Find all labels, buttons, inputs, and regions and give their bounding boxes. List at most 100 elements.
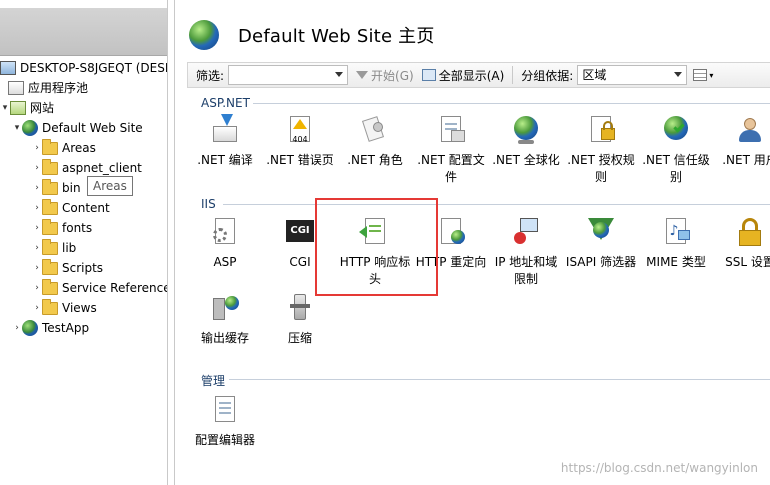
feature-asp[interactable]: ASP [185, 216, 265, 271]
tree-node-app-pools[interactable]: 应用程序池 [8, 78, 88, 98]
folder-icon [42, 279, 58, 295]
feature-net-config-files[interactable]: .NET 配置文 件 [411, 114, 491, 186]
globe-icon [510, 114, 542, 146]
feature-net-error-pages[interactable]: 404 .NET 错误页 [260, 114, 340, 169]
compilation-icon [209, 114, 241, 146]
folder-icon [42, 139, 58, 155]
folder-icon [42, 259, 58, 275]
ip-restriction-icon [510, 216, 542, 248]
folder-icon [42, 299, 58, 315]
tree-node-test-app[interactable]: › TestApp [12, 318, 89, 338]
funnel-icon [356, 71, 369, 79]
tree-node-folder[interactable]: › Areas [32, 138, 96, 158]
feature-ssl-settings[interactable]: SSL 设置 [710, 216, 770, 271]
feature-net-authorization-rules[interactable]: .NET 授权规 则 [561, 114, 641, 186]
start-filter-button[interactable]: 开始(G) [356, 67, 414, 84]
feature-output-caching[interactable]: 输出缓存 [185, 292, 265, 347]
filter-input[interactable] [228, 65, 349, 85]
lock-icon [734, 216, 766, 248]
group-by-select[interactable]: 区域 [577, 65, 688, 85]
tree-node-folder[interactable]: › aspnet_client [32, 158, 142, 178]
expand-arrow-icon[interactable]: › [32, 258, 42, 278]
website-globe-icon [22, 320, 38, 336]
tree-node-sites[interactable]: ▾ 网站 [0, 98, 54, 118]
folder-icon [42, 179, 58, 195]
show-all-button[interactable]: 全部显示(A) [421, 67, 504, 84]
section-divider [253, 103, 770, 104]
section-divider [229, 379, 770, 380]
output-cache-icon [209, 292, 241, 324]
expand-arrow-icon[interactable]: › [32, 278, 42, 298]
server-icon [0, 61, 16, 75]
chevron-down-icon [335, 72, 344, 77]
features-view-pane: Default Web Site 主页 筛选: 开始(G) 全部显示(A) 分组… [174, 0, 770, 485]
error-page-icon: 404 [284, 114, 316, 146]
tree-node-server[interactable]: DESKTOP-S8JGEQT (DESKT [0, 58, 167, 78]
tree-node-folder[interactable]: › Scripts [32, 258, 103, 278]
folder-icon [42, 239, 58, 255]
feature-net-globalization[interactable]: .NET 全球化 [486, 114, 566, 169]
expand-arrow-icon[interactable]: › [32, 298, 42, 318]
isapi-filter-icon [585, 216, 617, 248]
feature-ip-domain-restrictions[interactable]: IP 地址和域 限制 [486, 216, 566, 288]
group-by-label: 分组依据: [521, 68, 574, 83]
feature-mime-types[interactable]: ♪ MIME 类型 [636, 216, 716, 271]
section-divider [223, 204, 770, 205]
cgi-icon: CGI [284, 216, 316, 248]
section-title-management: 管理 [201, 374, 226, 388]
tree-node-folder[interactable]: › bin [32, 178, 81, 198]
app-pool-icon [8, 81, 24, 95]
feature-net-roles[interactable]: .NET 角色 [335, 114, 415, 169]
view-grid-icon [693, 69, 708, 81]
folder-icon [42, 199, 58, 215]
toolbar-separator [512, 66, 514, 84]
mime-types-icon: ♪ [660, 216, 692, 248]
tooltip: Areas [87, 176, 133, 196]
collapse-arrow-icon[interactable]: ▾ [12, 118, 22, 138]
section-title-aspnet: ASP.NET [201, 96, 250, 110]
folder-icon [42, 219, 58, 235]
collapse-arrow-icon[interactable]: ▾ [0, 98, 10, 118]
configuration-editor-icon [209, 394, 241, 426]
tree-node-default-web-site[interactable]: ▾ Default Web Site [12, 118, 167, 138]
folder-icon [42, 159, 58, 175]
tree-node-folder[interactable]: › fonts [32, 218, 92, 238]
feature-net-users[interactable]: .NET 用户 [710, 114, 770, 169]
page-header: Default Web Site 主页 [175, 14, 770, 54]
website-globe-icon [22, 120, 38, 136]
asp-icon [209, 216, 241, 248]
view-mode-button[interactable]: ▾ [693, 69, 713, 81]
expand-arrow-icon[interactable]: › [32, 158, 42, 178]
expand-arrow-icon[interactable]: › [32, 238, 42, 258]
watermark-text: https://blog.csdn.net/wangyinlon [560, 461, 758, 475]
sites-icon [10, 101, 26, 115]
feature-net-trust-levels[interactable]: .NET 信任级 别 [636, 114, 716, 186]
expand-arrow-icon[interactable]: › [32, 138, 42, 158]
feature-net-compilation[interactable]: .NET 编译 [185, 114, 265, 169]
tree-node-folder[interactable]: › Views [32, 298, 97, 318]
expand-arrow-icon[interactable]: › [32, 198, 42, 218]
expand-arrow-icon[interactable]: › [32, 218, 42, 238]
expand-arrow-icon[interactable]: › [12, 318, 22, 338]
http-redirect-icon [435, 216, 467, 248]
authorization-lock-icon [585, 114, 617, 146]
connections-tree-pane: DESKTOP-S8JGEQT (DESKT 应用程序池 ▾ 网站 ▾ Defa… [0, 0, 168, 485]
users-icon [734, 114, 766, 146]
show-all-icon [421, 69, 436, 81]
trust-level-icon [660, 114, 692, 146]
feature-configuration-editor[interactable]: 配置编辑器 [185, 394, 265, 449]
feature-isapi-filters[interactable]: ISAPI 筛选器 [561, 216, 641, 271]
website-globe-icon [189, 20, 219, 50]
tree-node-folder[interactable]: › Service Reference [32, 278, 167, 298]
tree-node-folder[interactable]: › lib [32, 238, 76, 258]
chevron-down-icon: ▾ [709, 70, 714, 80]
tree-node-folder[interactable]: › Content [32, 198, 110, 218]
connections-header [0, 8, 167, 56]
feature-compression[interactable]: 压缩 [260, 292, 340, 347]
roles-icon [359, 114, 391, 146]
chevron-down-icon [674, 72, 683, 77]
expand-arrow-icon[interactable]: › [32, 178, 42, 198]
compression-icon [284, 292, 316, 324]
config-file-icon [435, 114, 467, 146]
page-title: Default Web Site 主页 [238, 26, 435, 47]
